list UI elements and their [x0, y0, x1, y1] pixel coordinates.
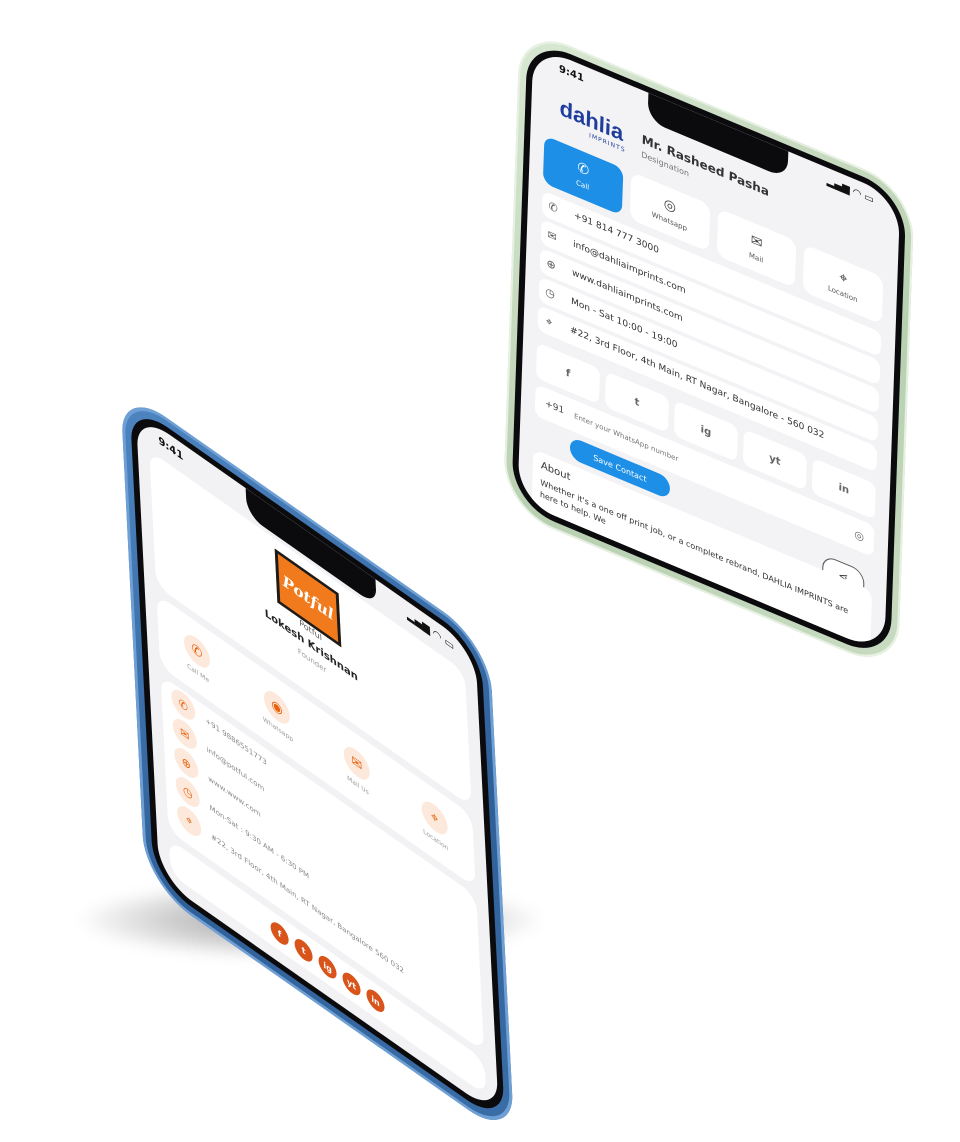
facebook-icon[interactable]: f: [270, 917, 290, 950]
location-button[interactable]: ⌖ Location: [421, 795, 449, 853]
phone-dahlia: 9:41 ▂▄▆ ◠ ▭ dahlia IMPRINTS Mr. Rasheed…: [502, 25, 915, 674]
country-code: +91: [544, 398, 565, 417]
whatsapp-icon: ◎: [663, 195, 677, 217]
phone-icon: ✆: [577, 159, 590, 180]
globe-icon: ⊕: [546, 256, 556, 273]
linkedin-icon[interactable]: in: [366, 985, 385, 1017]
call-me-button[interactable]: ✆ Call Me: [183, 628, 211, 687]
location-icon: ⌖: [839, 268, 848, 289]
phone-screen: 9:41 ▂▄▆ ◠ ▭ dahlia IMPRINTS Mr. Rasheed…: [517, 44, 901, 654]
mail-icon: ✉: [547, 227, 557, 245]
clock-icon: ◷: [545, 284, 556, 302]
whatsapp-button[interactable]: ◉ Whatsapp: [261, 683, 293, 744]
phone-screen: 9:41 ▂▄▆ ◠ ▭ Potful Potful Lokesh Krishn…: [135, 411, 499, 1117]
mail-icon: ✉: [750, 231, 763, 253]
phone-potful: 9:41 ▂▄▆ ◠ ▭ Potful Potful Lokesh Krishn…: [120, 385, 515, 1142]
instagram-icon[interactable]: ig: [318, 951, 338, 983]
twitter-icon[interactable]: t: [294, 934, 314, 966]
whatsapp-send-icon[interactable]: ◎: [854, 527, 864, 544]
mail-us-button[interactable]: ✉ Mail Us: [343, 740, 371, 799]
youtube-icon[interactable]: yt: [342, 968, 361, 1000]
phone-icon: ✆: [548, 199, 558, 216]
location-icon: ⌖: [545, 314, 553, 330]
status-time: 9:41: [558, 63, 585, 85]
